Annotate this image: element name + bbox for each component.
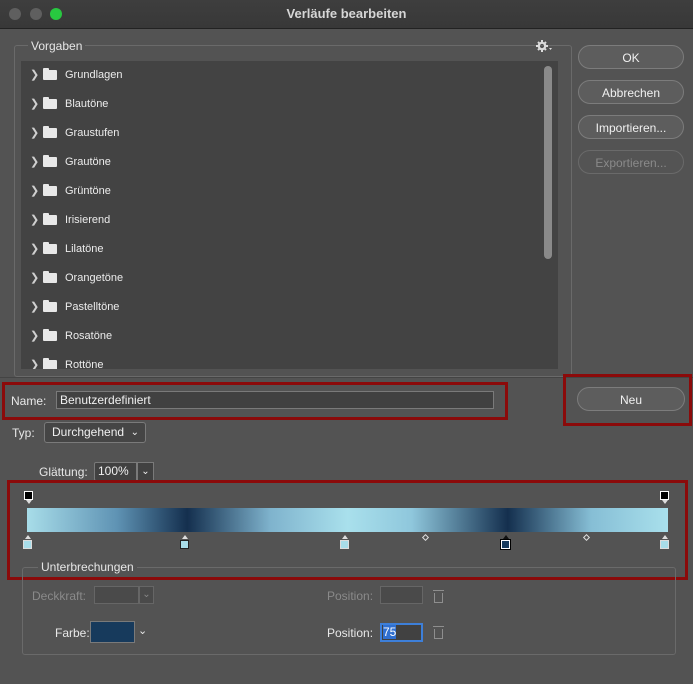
color-position-value: 75	[383, 625, 397, 639]
chevron-right-icon[interactable]: ❯	[30, 119, 39, 148]
type-dropdown-value: Durchgehend	[52, 425, 125, 439]
preset-folder-row[interactable]: ❯ Graustufen	[21, 119, 558, 148]
preset-folder-label: Lilatöne	[65, 243, 104, 255]
ok-button[interactable]: OK	[578, 45, 684, 69]
delete-opacity-stop-trash-icon[interactable]	[433, 590, 444, 603]
folder-icon	[43, 358, 57, 369]
folder-icon	[43, 184, 57, 196]
preset-folder-row[interactable]: ❯ Grautöne	[21, 148, 558, 177]
preset-folder-label: Rosatöne	[65, 330, 113, 342]
presets-group-label: Vorgaben	[28, 39, 86, 53]
folder-icon	[43, 68, 57, 80]
gradient-preview-bar[interactable]	[27, 508, 668, 532]
presets-scrollbar[interactable]	[544, 66, 552, 259]
type-label: Typ:	[12, 426, 35, 440]
smoothing-input[interactable]: 100%	[94, 462, 137, 481]
type-dropdown[interactable]: Durchgehend ⌄	[44, 422, 146, 443]
chevron-right-icon[interactable]: ❯	[30, 322, 39, 351]
delete-color-stop-trash-icon[interactable]	[433, 626, 444, 639]
preset-folder-row[interactable]: ❯ Rottöne	[21, 351, 558, 369]
color-position-input[interactable]: 75	[380, 623, 423, 642]
opacity-stop-pointer	[662, 500, 668, 504]
color-stop-pointer	[662, 535, 668, 539]
color-position-label: Position:	[327, 626, 374, 640]
chevron-right-icon[interactable]: ❯	[30, 206, 39, 235]
chevron-right-icon[interactable]: ❯	[30, 264, 39, 293]
preset-folder-row[interactable]: ❯ Grüntöne	[21, 177, 558, 206]
chevron-right-icon[interactable]: ❯	[30, 148, 39, 177]
name-input[interactable]: Benutzerdefiniert	[56, 391, 494, 409]
color-label: Farbe:	[55, 626, 90, 640]
cancel-button[interactable]: Abbrechen	[578, 80, 684, 104]
preset-folder-label: Grautöne	[65, 156, 111, 168]
preset-folder-row[interactable]: ❯ Lilatöne	[21, 235, 558, 264]
color-stop-pointer	[503, 535, 509, 539]
color-dropdown-chevron-icon[interactable]: ⌄	[138, 624, 147, 637]
preset-folder-row[interactable]: ❯ Irisierend	[21, 206, 558, 235]
preset-folder-label: Orangetöne	[65, 272, 124, 284]
preset-folder-label: Irisierend	[65, 214, 111, 226]
preset-folder-row[interactable]: ❯ Orangetöne	[21, 264, 558, 293]
folder-icon	[43, 300, 57, 312]
color-stop[interactable]	[23, 540, 32, 549]
folder-icon	[43, 329, 57, 341]
opacity-stop[interactable]	[660, 491, 669, 500]
import-button[interactable]: Importieren...	[578, 115, 684, 139]
name-label: Name:	[11, 394, 47, 408]
opacity-dropdown-chevron-icon[interactable]: ⌄	[139, 586, 154, 604]
folder-icon	[43, 97, 57, 109]
chevron-right-icon[interactable]: ❯	[30, 61, 39, 90]
folder-icon	[43, 271, 57, 283]
smoothing-dropdown-chevron-icon[interactable]: ⌄	[137, 462, 154, 481]
folder-icon	[43, 213, 57, 225]
opacity-stop-pointer	[26, 500, 32, 504]
color-swatch[interactable]	[90, 621, 135, 643]
preset-folder-label: Blautöne	[65, 98, 109, 110]
folder-icon	[43, 155, 57, 167]
color-stop-pointer	[25, 535, 31, 539]
chevron-right-icon[interactable]: ❯	[30, 293, 39, 322]
chevron-right-icon[interactable]: ❯	[30, 90, 39, 119]
opacity-position-input[interactable]	[380, 586, 423, 604]
smoothing-label: Glättung:	[39, 465, 88, 479]
color-stop-selected[interactable]	[500, 539, 511, 550]
preset-folder-label: Graustufen	[65, 127, 120, 139]
color-stop-pointer	[342, 535, 348, 539]
preset-folder-row[interactable]: ❯ Blautöne	[21, 90, 558, 119]
export-button[interactable]: Exportieren...	[578, 150, 684, 174]
preset-folder-label: Pastelltöne	[65, 301, 120, 313]
color-stop[interactable]	[180, 540, 189, 549]
folder-icon	[43, 126, 57, 138]
new-button[interactable]: Neu	[577, 387, 685, 411]
presets-list[interactable]: ❯ Grundlagen ❯ Blautöne ❯ Graustufen ❯ Graut…	[21, 61, 558, 369]
preset-folder-row[interactable]: ❯ Pastelltöne	[21, 293, 558, 322]
gear-icon[interactable]	[536, 39, 552, 53]
window-title: Verläufe bearbeiten	[286, 6, 407, 21]
opacity-stop[interactable]	[24, 491, 33, 500]
chevron-down-icon: ⌄	[130, 427, 139, 438]
preset-folder-label: Grüntöne	[65, 185, 111, 197]
chevron-right-icon[interactable]: ❯	[30, 235, 39, 264]
opacity-position-label: Position:	[327, 589, 374, 603]
preset-folder-row[interactable]: ❯ Rosatöne	[21, 322, 558, 351]
preset-folder-row[interactable]: ❯ Grundlagen	[21, 61, 558, 90]
chevron-right-icon[interactable]: ❯	[30, 177, 39, 206]
preset-folder-label: Rottöne	[65, 359, 104, 369]
folder-icon	[43, 242, 57, 254]
color-stop-pointer	[182, 535, 188, 539]
opacity-input[interactable]	[94, 586, 139, 604]
opacity-label: Deckkraft:	[32, 589, 87, 603]
stops-group-label: Unterbrechungen	[38, 560, 137, 574]
chevron-right-icon[interactable]: ❯	[30, 351, 39, 369]
color-stop[interactable]	[660, 540, 669, 549]
preset-folder-label: Grundlagen	[65, 69, 123, 81]
color-stop[interactable]	[340, 540, 349, 549]
